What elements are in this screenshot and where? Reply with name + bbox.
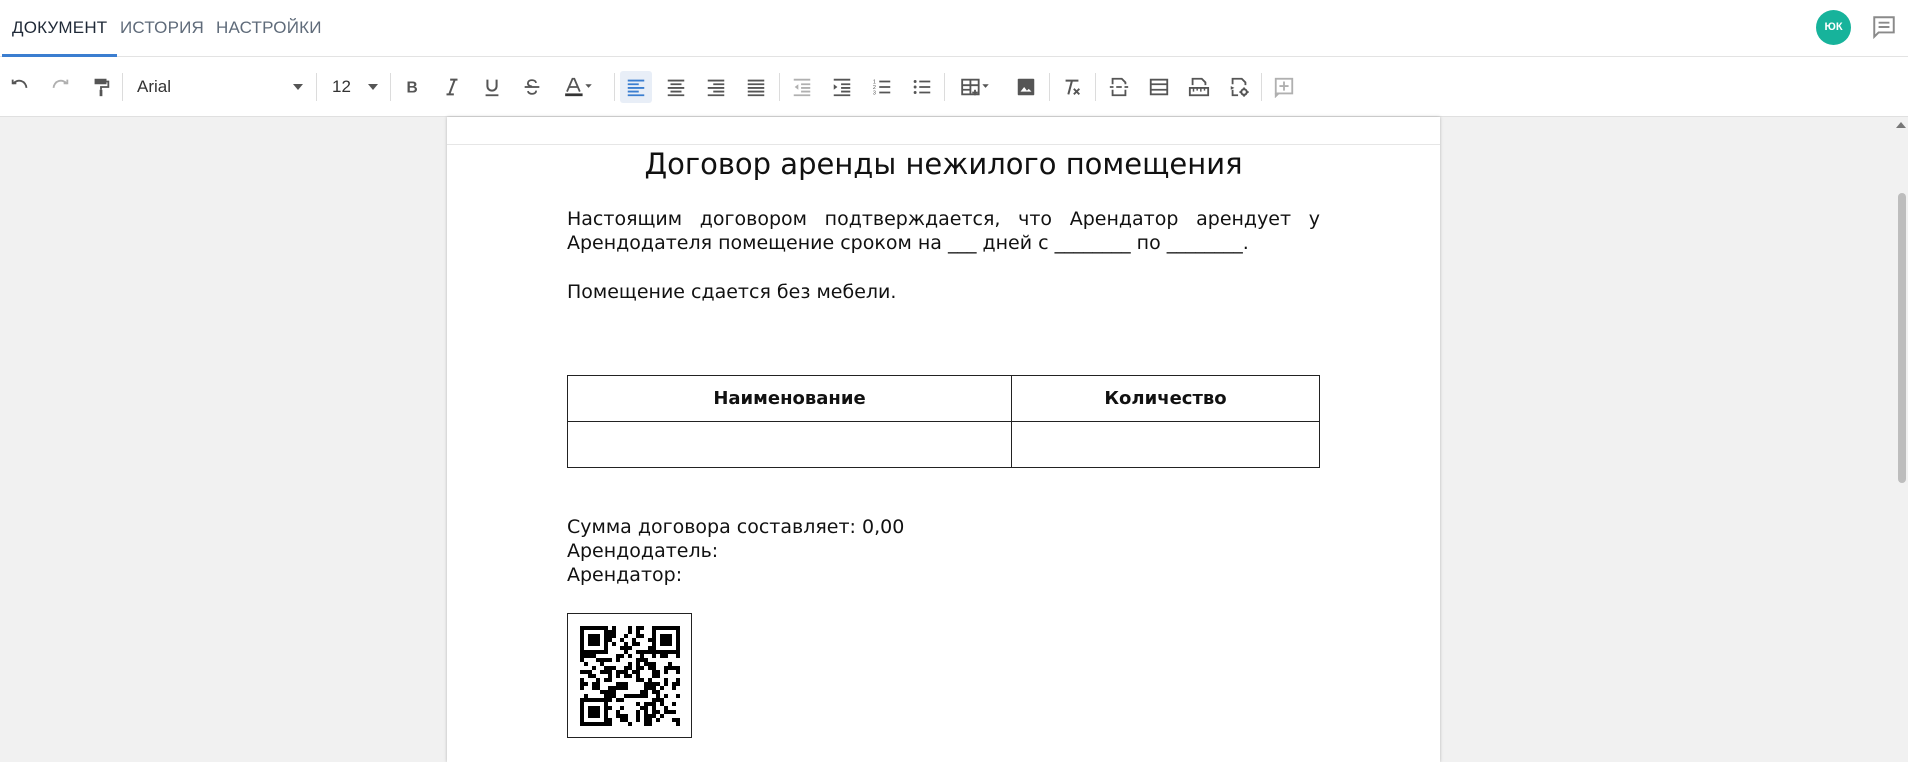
furniture-paragraph[interactable]: Помещение сдается без мебели. [567, 280, 1320, 304]
table-cell[interactable] [1011, 421, 1320, 468]
chevron-down-icon [293, 84, 303, 90]
align-center-icon[interactable] [660, 71, 692, 103]
toolbar-divider [390, 73, 391, 101]
toolbar-divider [1095, 73, 1096, 101]
scrollbar-thumb[interactable] [1898, 193, 1906, 483]
comments-icon[interactable] [1871, 14, 1897, 40]
table-cell[interactable] [567, 421, 1012, 468]
bulleted-list-icon[interactable] [906, 71, 938, 103]
align-justify-icon[interactable] [740, 71, 772, 103]
font-family-value: Arial [137, 77, 172, 96]
ruler-icon[interactable] [1183, 71, 1215, 103]
underline-icon[interactable] [476, 71, 508, 103]
clear-formatting-icon[interactable] [1056, 71, 1088, 103]
font-family-select[interactable]: Arial [137, 73, 303, 101]
bold-icon[interactable]: B [396, 71, 428, 103]
tab-history[interactable]: ИСТОРИЯ [120, 0, 204, 57]
format-paint-icon[interactable] [85, 71, 117, 103]
toolbar-divider [779, 73, 780, 101]
tab-settings[interactable]: НАСТРОЙКИ [216, 0, 322, 57]
document-page[interactable]: Договор аренды нежилого помещения Настоя… [447, 117, 1440, 762]
font-size-value: 12 [332, 77, 351, 96]
table-header-cell[interactable]: Наименование [567, 375, 1012, 422]
italic-icon[interactable] [436, 71, 468, 103]
top-tab-bar: ДОКУМЕНТ ИСТОРИЯ НАСТРОЙКИ ЮК [0, 0, 1908, 57]
header-footer-icon[interactable] [1143, 71, 1175, 103]
formatting-toolbar: Arial 12 B 123 [0, 57, 1908, 117]
page-break-icon[interactable] [1103, 71, 1135, 103]
font-size-select[interactable]: 12 [332, 73, 378, 101]
svg-text:3: 3 [873, 90, 876, 96]
undo-icon[interactable] [4, 71, 36, 103]
toolbar-divider [614, 73, 615, 101]
document-title[interactable]: Договор аренды нежилого помещения [447, 147, 1440, 181]
table-row [567, 421, 1320, 468]
table-header-row: Наименование Количество [567, 375, 1320, 422]
toolbar-divider [316, 73, 317, 101]
page-header-divider [447, 144, 1440, 145]
redo-icon[interactable] [44, 71, 76, 103]
toolbar-divider [1049, 73, 1050, 101]
image-icon[interactable] [1010, 71, 1042, 103]
landlord-line[interactable]: Арендодатель: [567, 539, 1320, 563]
align-left-icon[interactable] [620, 71, 652, 103]
field-settings-icon[interactable] [1223, 71, 1255, 103]
add-box-icon[interactable] [1268, 71, 1300, 103]
contract-paragraph[interactable]: Настоящим договором подтверждается, что … [567, 207, 1320, 255]
items-table[interactable]: Наименование Количество [567, 375, 1320, 468]
align-right-icon[interactable] [700, 71, 732, 103]
toolbar-divider [1261, 73, 1262, 101]
qr-code-icon [580, 626, 680, 726]
scroll-up-arrow-icon[interactable] [1896, 122, 1906, 128]
table-icon[interactable] [952, 71, 998, 103]
chevron-down-icon [368, 84, 378, 90]
toolbar-divider [944, 73, 945, 101]
numbered-list-icon[interactable]: 123 [866, 71, 898, 103]
toolbar-divider [122, 73, 123, 101]
outdent-icon[interactable] [786, 71, 818, 103]
tab-document[interactable]: ДОКУМЕНТ [1, 0, 118, 57]
strikethrough-icon[interactable] [516, 71, 548, 103]
user-avatar[interactable]: ЮК [1816, 10, 1851, 45]
table-header-cell[interactable]: Количество [1011, 375, 1320, 422]
sum-line[interactable]: Сумма договора составляет: 0,00 [567, 515, 1320, 539]
indent-icon[interactable] [826, 71, 858, 103]
qr-code-image[interactable] [567, 613, 692, 738]
text-color-icon[interactable] [555, 71, 601, 103]
tenant-line[interactable]: Арендатор: [567, 563, 1320, 587]
svg-text:B: B [407, 80, 418, 97]
